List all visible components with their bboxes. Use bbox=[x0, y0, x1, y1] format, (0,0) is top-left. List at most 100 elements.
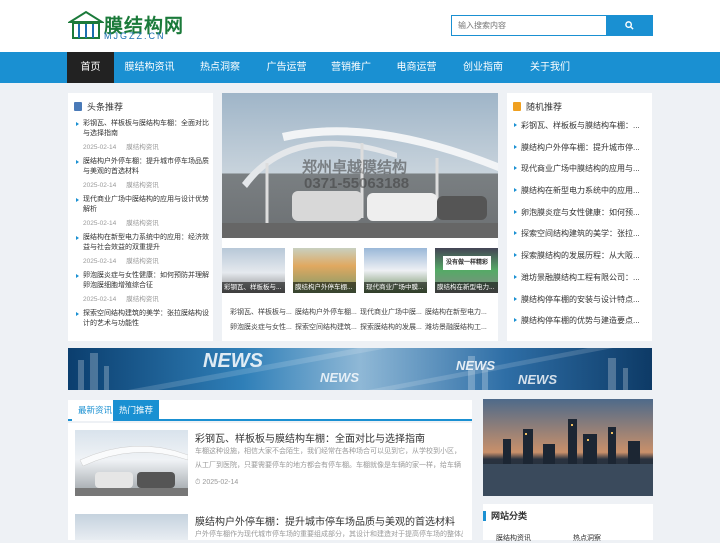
tab-popular[interactable]: 热门推荐 bbox=[113, 400, 160, 421]
headline-meta: 2025-02-14 膜结构资讯 bbox=[76, 141, 210, 151]
thumb-link[interactable]: 探索膜结构的发展... bbox=[360, 322, 423, 332]
city-image[interactable] bbox=[483, 399, 653, 496]
thumb-link[interactable]: 探索空间结构建筑... bbox=[295, 322, 358, 332]
article-desc: 户外停车棚作为现代城市停车场的重要组成部分，其设计和建造对于提高停车场的整体品质… bbox=[195, 531, 463, 538]
tab-latest[interactable]: 最新资讯 bbox=[72, 400, 119, 421]
random-link[interactable]: 膜结构户外停车棚：提升城市停... bbox=[514, 137, 648, 159]
random-list: 彩钢瓦、样板板与膜结构车棚：... 膜结构户外停车棚：提升城市停... 现代商业… bbox=[514, 115, 648, 332]
nav-item-hot[interactable]: 热点洞察 bbox=[185, 52, 255, 83]
category-title: 网站分类 bbox=[491, 511, 528, 521]
headline-category[interactable]: 膜结构资讯 bbox=[126, 144, 159, 151]
random-link[interactable]: 膜结构在新型电力系统中的应用... bbox=[514, 180, 648, 202]
main-nav: 首页 膜结构资讯 热点洞察 广告运营 营销推广 电商运营 创业指南 关于我们 bbox=[0, 52, 720, 83]
article-thumb[interactable] bbox=[75, 514, 188, 540]
headlines-list: 彩钢瓦、样板板与膜结构车棚：全面对比与选择指南 2025-02-14 膜结构资讯 … bbox=[76, 119, 210, 339]
headlines-panel: 头条推荐 彩钢瓦、样板板与膜结构车棚：全面对比与选择指南 2025-02-14 膜… bbox=[68, 93, 213, 341]
headline-link[interactable]: 卵泡膜炎症与女性健康：如何预防并理解卵泡膜细胞增殖综合征 bbox=[76, 271, 210, 291]
list-item: 探索空间结构建筑的美学：张拉膜结构设计的艺术与功能性 bbox=[76, 309, 210, 339]
thumb-3[interactable]: 现代商业广场中膜... bbox=[364, 248, 427, 293]
document-icon bbox=[513, 102, 521, 111]
random-title: 随机推荐 bbox=[526, 102, 563, 112]
headlines-title: 头条推荐 bbox=[87, 102, 124, 112]
headline-meta: 2025-02-14 膜结构资讯 bbox=[76, 179, 210, 189]
nav-item-startup[interactable]: 创业指南 bbox=[449, 52, 517, 83]
article-list: 彩钢瓦、样板板与膜结构车棚：全面对比与选择指南 车棚这种设施，相信大家不会陌生，… bbox=[68, 423, 472, 540]
list-item: 膜结构在新型电力系统中的应用：经济效益与社会效益的双重提升 2025-02-14… bbox=[76, 233, 210, 271]
headline-link[interactable]: 现代商业广场中膜结构的应用与设计优势解析 bbox=[76, 195, 210, 215]
feature-panel: 郑州卓越膜结构 0371-55063188 彩钢瓦、样板板与... 膜结构户外停… bbox=[222, 93, 498, 341]
list-item: 膜结构户外停车棚：提升城市停车场品质与美观的首选材料 2025-02-14 膜结构… bbox=[76, 157, 210, 195]
headline-date: 2025-02-14 bbox=[83, 182, 117, 189]
headline-category[interactable]: 膜结构资讯 bbox=[126, 296, 159, 303]
banner-news-text: NEWS bbox=[518, 372, 557, 387]
thumb-link[interactable]: 卵泡膜炎症与女性... bbox=[230, 322, 293, 332]
search-box bbox=[451, 15, 653, 36]
random-link[interactable]: 探索膜结构的发展历程：从大阪... bbox=[514, 245, 648, 267]
headline-category[interactable]: 膜结构资讯 bbox=[126, 220, 159, 227]
nav-item-marketing[interactable]: 营销推广 bbox=[318, 52, 384, 83]
random-link[interactable]: 探索空间结构建筑的美学：张拉... bbox=[514, 223, 648, 245]
nav-item-news[interactable]: 膜结构资讯 bbox=[114, 52, 185, 83]
random-link[interactable]: 彩钢瓦、样板板与膜结构车棚：... bbox=[514, 115, 648, 137]
headline-category[interactable]: 膜结构资讯 bbox=[126, 258, 159, 265]
random-link[interactable]: 潍坊景融膜结构工程有限公司：... bbox=[514, 267, 648, 289]
category-item[interactable]: 膜结构资讯 bbox=[496, 533, 531, 543]
headline-link[interactable]: 膜结构在新型电力系统中的应用：经济效益与社会效益的双重提升 bbox=[76, 233, 210, 253]
nav-item-ads[interactable]: 广告运营 bbox=[255, 52, 318, 83]
nav-item-about[interactable]: 关于我们 bbox=[517, 52, 583, 83]
headline-meta: 2025-02-14 膜结构资讯 bbox=[76, 293, 210, 303]
slider-watermark: 郑州卓越膜结构 bbox=[302, 159, 408, 176]
random-link[interactable]: 卵泡膜炎症与女性健康：如何预... bbox=[514, 202, 648, 224]
article-tabs: 最新资讯 热门推荐 bbox=[68, 400, 472, 421]
thumb-1[interactable]: 彩钢瓦、样板板与... bbox=[222, 248, 285, 293]
headline-date: 2025-02-14 bbox=[83, 258, 117, 265]
article-title[interactable]: 彩钢瓦、样板板与膜结构车棚：全面对比与选择指南 bbox=[195, 430, 425, 445]
headline-link[interactable]: 彩钢瓦、样板板与膜结构车棚：全面对比与选择指南 bbox=[76, 119, 210, 139]
banner-news-text: NEWS bbox=[456, 358, 495, 373]
article-thumb[interactable] bbox=[75, 430, 188, 496]
slider-image[interactable]: 郑州卓越膜结构 0371-55063188 bbox=[222, 93, 498, 238]
article-desc: 车棚这种设施，相信大家不会陌生，我们经常在各种场合可以见到它，从学校到小区，从工… bbox=[195, 448, 461, 469]
list-item: 现代商业广场中膜结构的应用与设计优势解析 2025-02-14 膜结构资讯 bbox=[76, 195, 210, 233]
thumb-caption: 现代商业广场中膜... bbox=[364, 282, 427, 293]
search-input[interactable] bbox=[452, 16, 606, 35]
thumb-caption: 膜结构户外停车棚... bbox=[293, 282, 356, 293]
headline-meta: 2025-02-14 膜结构资讯 bbox=[76, 217, 210, 227]
headline-date: 2025-02-14 bbox=[83, 296, 117, 303]
list-item: 卵泡膜炎症与女性健康：如何预防并理解卵泡膜细胞增殖综合征 2025-02-14 膜… bbox=[76, 271, 210, 309]
article-title[interactable]: 膜结构户外停车棚：提升城市停车场品质与美观的首选材料 bbox=[195, 513, 455, 528]
headline-link[interactable]: 探索空间结构建筑的美学：张拉膜结构设计的艺术与功能性 bbox=[76, 309, 210, 329]
headline-category[interactable]: 膜结构资讯 bbox=[126, 182, 159, 189]
thumb-4[interactable]: 没有做一样精彩 膜结构在新型电力... bbox=[435, 248, 498, 293]
news-banner[interactable]: NEWS NEWS NEWS NEWS bbox=[68, 348, 652, 390]
thumb-2[interactable]: 膜结构户外停车棚... bbox=[293, 248, 356, 293]
logo-domain: MJGZZ.CN bbox=[104, 31, 166, 41]
thumb-link[interactable]: 现代商业广场中膜... bbox=[360, 307, 423, 317]
nav-item-home[interactable]: 首页 bbox=[67, 52, 114, 83]
search-button[interactable] bbox=[606, 16, 652, 35]
category-header: 网站分类 bbox=[483, 509, 527, 522]
category-item[interactable]: 热点洞察 bbox=[573, 533, 601, 543]
document-icon bbox=[74, 102, 82, 111]
thumb-link[interactable]: 膜结构在新型电力... bbox=[425, 307, 488, 317]
banner-graphic bbox=[78, 348, 628, 390]
site-header: 膜结构网 MJGZZ.CN bbox=[0, 0, 720, 52]
thumb-sign: 没有做一样精彩 bbox=[443, 256, 491, 270]
thumb-link[interactable]: 彩钢瓦、样板板与... bbox=[230, 307, 293, 317]
list-item: 彩钢瓦、样板板与膜结构车棚：全面对比与选择指南 2025-02-14 膜结构资讯 bbox=[76, 119, 210, 157]
headlines-header: 头条推荐 bbox=[74, 100, 123, 113]
skyline-photo bbox=[483, 419, 653, 496]
random-header: 随机推荐 bbox=[513, 100, 562, 113]
random-link[interactable]: 膜结构停车棚的优势与建造要点... bbox=[514, 310, 648, 332]
headline-link[interactable]: 膜结构户外停车棚：提升城市停车场品质与美观的首选材料 bbox=[76, 157, 210, 177]
random-link[interactable]: 现代商业广场中膜结构的应用与... bbox=[514, 158, 648, 180]
logo-building-icon[interactable] bbox=[68, 10, 104, 40]
nav-item-ecommerce[interactable]: 电商运营 bbox=[384, 52, 449, 83]
thumb-link[interactable]: 膜结构户外停车棚... bbox=[295, 307, 358, 317]
random-link[interactable]: 膜结构停车棚的安装与设计特点... bbox=[514, 289, 648, 311]
carport-photo bbox=[75, 445, 188, 496]
banner-news-text: NEWS bbox=[320, 370, 359, 385]
thumb-link[interactable]: 潍坊景融膜结构工... bbox=[425, 322, 488, 332]
slider-phone: 0371-55063188 bbox=[304, 175, 410, 192]
random-panel: 随机推荐 彩钢瓦、样板板与膜结构车棚：... 膜结构户外停车棚：提升城市停...… bbox=[507, 93, 652, 341]
